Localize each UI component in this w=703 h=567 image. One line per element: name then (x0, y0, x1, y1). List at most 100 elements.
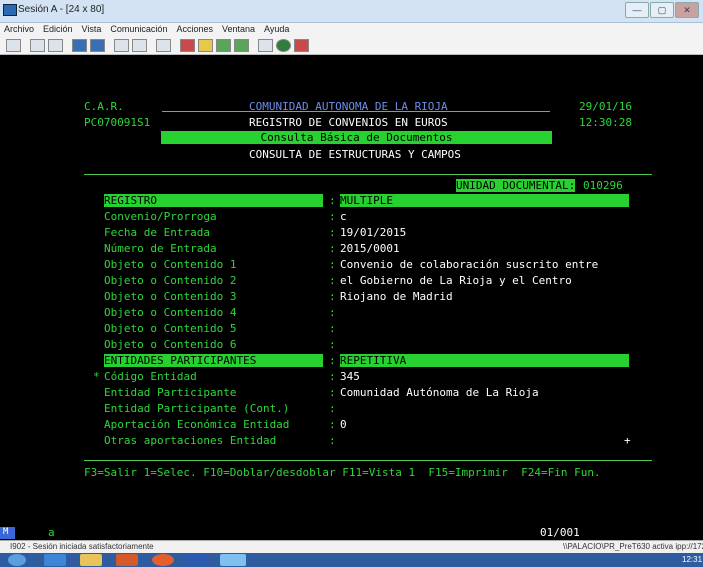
field-label: ENTIDADES PARTICIPANTES (104, 354, 323, 367)
field-label: Número de Entrada (104, 242, 217, 255)
globe-icon[interactable] (276, 38, 291, 52)
menu-title: Consulta Básica de Documentos (161, 131, 552, 144)
field-separator: : (329, 434, 336, 447)
field-separator: : (329, 194, 336, 207)
menu-vista[interactable]: Vista (82, 23, 102, 36)
field-label: Objeto o Contenido 1 (104, 258, 237, 271)
field-value[interactable]: Convenio de colaboración suscrito entre (340, 258, 598, 271)
field-separator: : (329, 338, 336, 351)
field-label: Objeto o Contenido 5 (104, 322, 237, 335)
firefox-icon[interactable] (152, 554, 174, 566)
receive-icon[interactable] (90, 38, 105, 52)
word-icon[interactable] (186, 554, 208, 566)
field-value[interactable]: 19/01/2015 (340, 226, 406, 239)
field-label: Fecha de Entrada (104, 226, 210, 239)
menu-ventana[interactable]: Ventana (222, 23, 255, 36)
screen-time: 12:30:28 (579, 116, 632, 129)
unidad-label: UNIDAD DOCUMENTAL: (456, 179, 576, 192)
field-separator: : (329, 258, 336, 271)
menu-edicion[interactable]: Edición (43, 23, 73, 36)
field-label: Objeto o Contenido 2 (104, 274, 237, 287)
unidad-value: 010296 (583, 179, 623, 192)
window-titlebar: Sesión A - [24 x 80] — ▢ ✕ (0, 0, 703, 23)
more-indicator: + (624, 434, 631, 447)
media-icon[interactable] (116, 554, 138, 566)
record-macro-icon[interactable] (180, 38, 195, 52)
field-separator: : (329, 210, 336, 223)
field-label: REGISTRO (104, 194, 323, 207)
field-value[interactable]: 0 (340, 418, 347, 431)
menu-comunicacion[interactable]: Comunicación (110, 23, 167, 36)
start-icon[interactable] (8, 554, 26, 566)
connection-info: \\PALACIO\PR_PreT630 activa ipp://172.1 (563, 542, 703, 551)
field-separator: : (329, 322, 336, 335)
field-label: Entidad Participante (104, 386, 237, 399)
function-keys: F3=Salir 1=Selec. F10=Doblar/desdoblar F… (84, 466, 601, 479)
field-label: Objeto o Contenido 3 (104, 290, 237, 303)
keyboard-icon[interactable] (132, 38, 147, 52)
field-value[interactable]: el Gobierno de La Rioja y el Centro (340, 274, 572, 287)
minimize-button[interactable]: — (625, 2, 649, 18)
status-message: I902 - Sesión iniciada satisfactoriament… (10, 542, 154, 551)
field-value[interactable]: Comunidad Autónoma de La Rioja (340, 386, 539, 399)
paste-icon[interactable] (48, 38, 63, 52)
field-value[interactable]: Riojano de Madrid (340, 290, 453, 303)
section-title: CONSULTA DE ESTRUCTURAS Y CAMPOS (249, 148, 461, 161)
footer-line (84, 460, 652, 461)
field-value: REPETITIVA (340, 354, 629, 367)
toolbar (0, 36, 703, 55)
required-marker: * (93, 370, 100, 383)
org-code: C.A.R. (84, 100, 124, 113)
field-separator: : (329, 418, 336, 431)
field-value[interactable]: 2015/0001 (340, 242, 400, 255)
display-icon[interactable] (114, 38, 129, 52)
cursor-position: 01/001 (540, 526, 580, 539)
menu-archivo[interactable]: Archivo (4, 23, 34, 36)
field-label: Código Entidad (104, 370, 197, 383)
settings-icon[interactable] (156, 38, 171, 52)
header-line (162, 111, 550, 112)
app-icon (3, 4, 17, 16)
menu-ayuda[interactable]: Ayuda (264, 23, 289, 36)
play-macro-icon[interactable] (216, 38, 231, 52)
menu-acciones[interactable]: Acciones (176, 23, 213, 36)
oia-mode: M (3, 527, 9, 537)
field-value: MULTIPLE (340, 194, 629, 207)
maximize-button[interactable]: ▢ (650, 2, 674, 18)
help-icon[interactable] (294, 38, 309, 52)
browser-icon[interactable] (44, 554, 66, 566)
macro-icon[interactable] (234, 38, 249, 52)
field-separator: : (329, 386, 336, 399)
field-separator: : (329, 370, 336, 383)
oia-line: M a 01/001 (0, 525, 703, 539)
field-separator: : (329, 402, 336, 415)
field-separator: : (329, 290, 336, 303)
terminal-screen: C.A.R. COMUNIDAD AUTONOMA DE LA RIOJA 29… (0, 56, 703, 532)
field-separator: : (329, 306, 336, 319)
print-screen-icon[interactable] (6, 38, 21, 52)
field-separator: : (329, 354, 336, 367)
program-code: PC070091S1 (84, 116, 151, 129)
field-value[interactable]: c (340, 210, 347, 223)
taskbar: 12:31 (0, 553, 703, 567)
field-label: Objeto o Contenido 4 (104, 306, 237, 319)
screen-date: 29/01/16 (579, 100, 632, 113)
section-line (84, 174, 652, 175)
clipboard-icon[interactable] (258, 38, 273, 52)
menu-bar: Archivo Edición Vista Comunicación Accio… (0, 23, 703, 36)
send-icon[interactable] (72, 38, 87, 52)
terminal-task-icon[interactable] (220, 554, 246, 566)
field-label: Aportación Económica Entidad (104, 418, 290, 431)
close-button[interactable]: ✕ (675, 2, 699, 18)
field-label: Otras aportaciones Entidad (104, 434, 277, 447)
status-bar: I902 - Sesión iniciada satisfactoriament… (0, 540, 703, 553)
oia-input: a (48, 526, 55, 539)
field-label: Objeto o Contenido 6 (104, 338, 237, 351)
field-value[interactable]: 345 (340, 370, 360, 383)
copy-icon[interactable] (30, 38, 45, 52)
stop-macro-icon[interactable] (198, 38, 213, 52)
field-separator: : (329, 274, 336, 287)
screen-subtitle: REGISTRO DE CONVENIOS EN EUROS (249, 116, 448, 129)
field-separator: : (329, 226, 336, 239)
folder-icon[interactable] (80, 554, 102, 566)
